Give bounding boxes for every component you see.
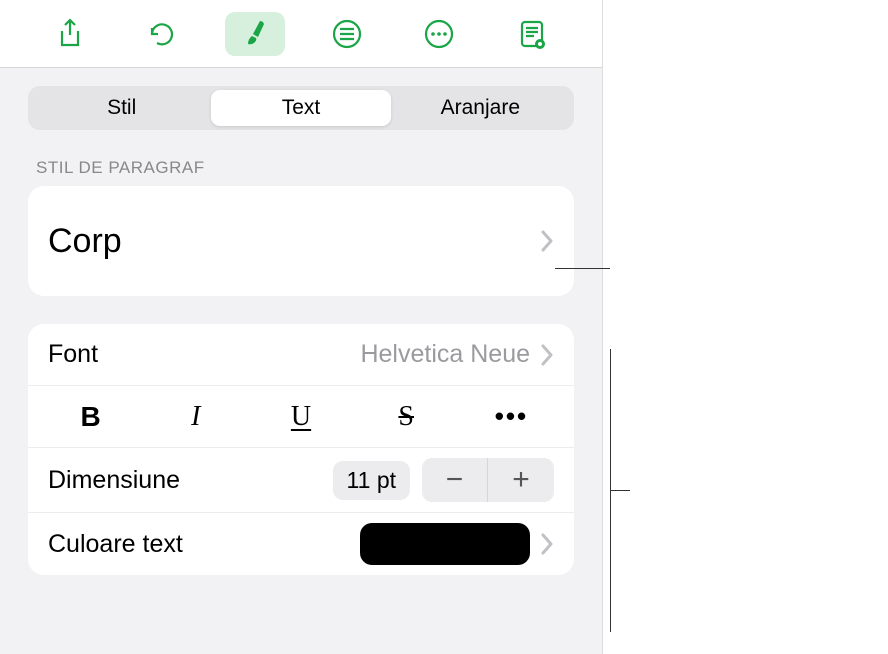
- chevron-right-icon: [540, 533, 554, 555]
- share-button[interactable]: [40, 12, 100, 56]
- format-panel: Stil Text Aranjare STIL DE PARAGRAF Corp…: [0, 0, 603, 654]
- bold-button[interactable]: B: [38, 393, 143, 441]
- size-stepper: − +: [422, 458, 554, 502]
- font-value: Helvetica Neue: [360, 340, 530, 369]
- undo-button[interactable]: [132, 12, 192, 56]
- chevron-right-icon: [540, 344, 554, 366]
- format-tabs: Stil Text Aranjare: [28, 86, 574, 130]
- tab-text[interactable]: Text: [211, 90, 390, 126]
- paragraph-style-section-label: STIL DE PARAGRAF: [36, 158, 566, 178]
- text-color-row[interactable]: Culoare text: [28, 513, 574, 575]
- chevron-right-icon: [540, 230, 554, 252]
- text-style-row: B I U S •••: [28, 386, 574, 448]
- tab-arrange[interactable]: Aranjare: [391, 90, 570, 126]
- size-row: Dimensiune 11 pt − +: [28, 448, 574, 513]
- brush-icon: [238, 17, 272, 51]
- callout-line: [555, 268, 610, 269]
- paragraph-style-card: Corp: [28, 186, 574, 296]
- format-button[interactable]: [225, 12, 285, 56]
- size-decrease-button[interactable]: −: [422, 458, 488, 502]
- strikethrough-button[interactable]: S: [354, 393, 459, 441]
- font-row[interactable]: Font Helvetica Neue: [28, 324, 574, 386]
- undo-icon: [145, 17, 179, 51]
- italic-button[interactable]: I: [143, 393, 248, 441]
- size-value[interactable]: 11 pt: [333, 461, 410, 500]
- tab-style[interactable]: Stil: [32, 90, 211, 126]
- more-icon: [422, 17, 456, 51]
- text-format-card: Font Helvetica Neue B I U S ••• Dimensiu…: [28, 324, 574, 575]
- toolbar: [0, 0, 602, 68]
- reader-button[interactable]: [502, 12, 562, 56]
- share-icon: [53, 17, 87, 51]
- list-icon: [330, 17, 364, 51]
- paragraph-style-value: Corp: [48, 222, 122, 261]
- reader-icon: [515, 17, 549, 51]
- callout-line: [610, 490, 630, 491]
- font-label: Font: [48, 340, 98, 369]
- insert-button[interactable]: [317, 12, 377, 56]
- paragraph-style-row[interactable]: Corp: [28, 186, 574, 296]
- text-color-swatch[interactable]: [360, 523, 530, 565]
- underline-button[interactable]: U: [248, 393, 353, 441]
- text-color-label: Culoare text: [48, 530, 183, 559]
- size-label: Dimensiune: [48, 466, 180, 495]
- more-button[interactable]: [409, 12, 469, 56]
- more-formatting-button[interactable]: •••: [459, 393, 564, 441]
- size-increase-button[interactable]: +: [488, 458, 554, 502]
